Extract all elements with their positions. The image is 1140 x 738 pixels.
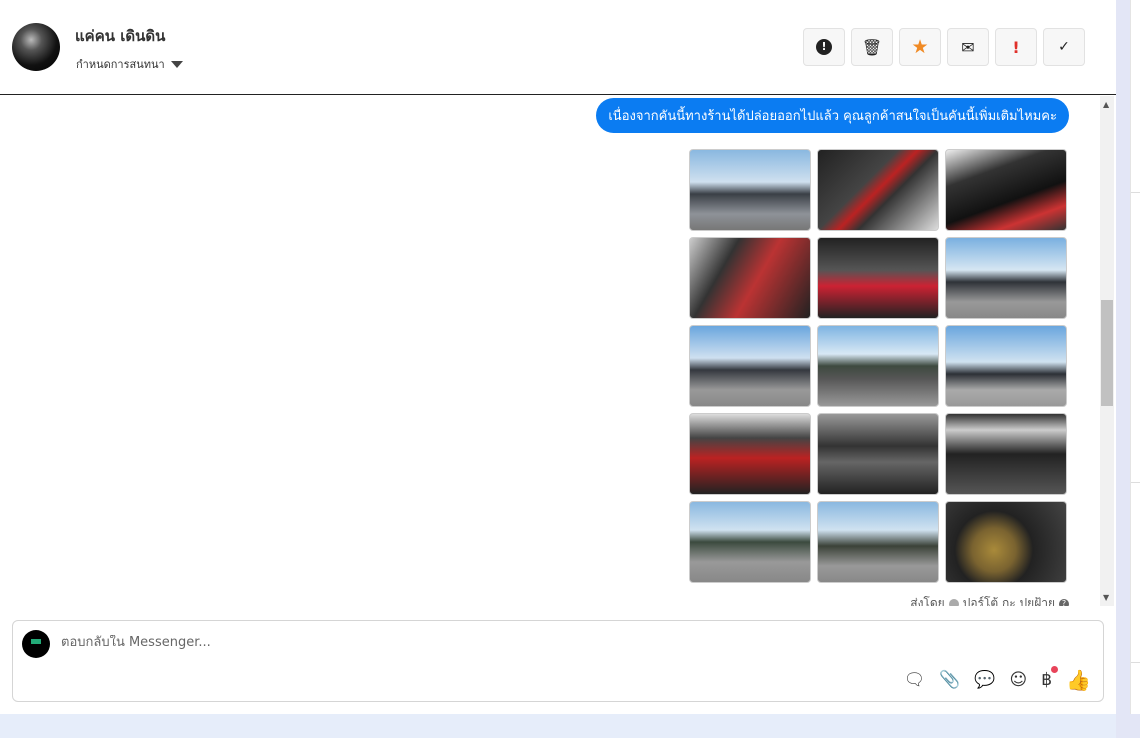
trash-icon: 🗑 [861, 37, 883, 57]
delete-button[interactable]: 🗑 [851, 28, 893, 66]
car-photo[interactable] [817, 237, 939, 319]
sent-by-label: ส่งโดย [910, 596, 945, 606]
attachment-icon[interactable]: 📎 [939, 670, 960, 690]
exclamation-icon: ! [1012, 37, 1020, 57]
assign-label: กำหนดการสนทนา [76, 58, 165, 71]
car-photo[interactable] [689, 325, 811, 407]
action-toolbar: ! 🗑 ★ ✉ ! ✓ [803, 28, 1085, 66]
reply-input[interactable] [61, 635, 861, 650]
check-icon: ✓ [1058, 39, 1070, 55]
conversation-header: แค่คน เดินดิน กำหนดการสนทนา ! 🗑 ★ ✉ ! ✓ [0, 0, 1116, 95]
car-photo[interactable] [689, 237, 811, 319]
scroll-up-icon[interactable]: ▲ [1103, 100, 1109, 109]
scrollbar-thumb[interactable] [1101, 300, 1113, 406]
car-photo[interactable] [945, 149, 1067, 231]
mark-unread-button[interactable]: ✉ [947, 28, 989, 66]
envelope-icon: ✉ [961, 37, 975, 57]
emoji-icon[interactable]: ☺ [1010, 670, 1028, 690]
sent-by-info: ส่งโดย ปอร์โต้ กะ ปยฝ้าย ? [910, 594, 1069, 606]
composer-tools: 🗨 📎 💬 ☺ ฿ 👍 [904, 666, 1091, 692]
star-button[interactable]: ★ [899, 28, 941, 66]
car-photo[interactable] [689, 149, 811, 231]
spam-button[interactable]: ! [803, 28, 845, 66]
page-avatar [22, 630, 50, 658]
important-button[interactable]: ! [995, 28, 1037, 66]
car-photo[interactable] [945, 325, 1067, 407]
payment-icon[interactable]: ฿ [1041, 666, 1059, 690]
car-photo[interactable] [945, 413, 1067, 495]
notification-dot [1051, 666, 1059, 673]
side-panel [1130, 0, 1140, 714]
car-photo[interactable] [689, 413, 811, 495]
outgoing-message: เนื่องจากคันนี้ทางร้านได้ปล่อยออกไปแล้ว … [596, 98, 1069, 133]
car-photo[interactable] [945, 501, 1067, 583]
help-icon[interactable]: ? [1059, 598, 1069, 606]
reply-composer: 🗨 📎 💬 ☺ ฿ 👍 [12, 620, 1104, 702]
car-photo[interactable] [817, 413, 939, 495]
message-thread: เนื่องจากคันนี้ทางร้านได้ปล่อยออกไปแล้ว … [0, 96, 1100, 606]
car-photo[interactable] [945, 237, 1067, 319]
photo-grid [689, 149, 1067, 583]
contact-name[interactable]: แค่คน เดินดิน [75, 24, 165, 48]
alert-circle-icon: ! [816, 39, 832, 55]
sender-name[interactable]: ปอร์โต้ กะ ปยฝ้าย [963, 594, 1055, 606]
saved-reply-icon[interactable]: 🗨 [904, 670, 926, 690]
car-photo[interactable] [689, 501, 811, 583]
contact-avatar[interactable] [12, 23, 60, 71]
assign-conversation-dropdown[interactable]: กำหนดการสนทนา [76, 55, 183, 73]
verified-icon [948, 598, 959, 606]
star-icon: ★ [911, 36, 929, 58]
chat-bubble-icon[interactable]: 💬 [974, 670, 995, 690]
car-photo[interactable] [817, 501, 939, 583]
like-icon[interactable]: 👍 [1066, 668, 1091, 692]
car-photo[interactable] [817, 149, 939, 231]
car-photo[interactable] [817, 325, 939, 407]
conversation-panel: แค่คน เดินดิน กำหนดการสนทนา ! 🗑 ★ ✉ ! ✓ … [0, 0, 1116, 714]
mark-done-button[interactable]: ✓ [1043, 28, 1085, 66]
caret-down-icon [170, 60, 183, 68]
thread-scrollbar[interactable]: ▲ ▼ [1100, 96, 1114, 606]
scroll-down-icon[interactable]: ▼ [1103, 593, 1109, 602]
